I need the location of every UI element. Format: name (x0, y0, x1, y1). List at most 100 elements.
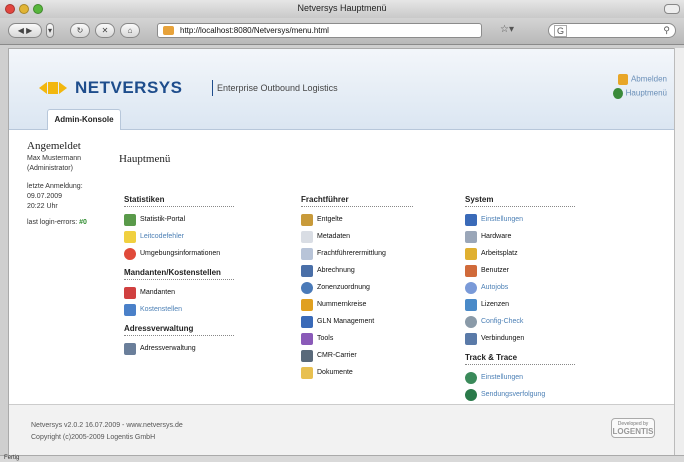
home-icon: ⌂ (127, 26, 133, 35)
menu-item-gln-management[interactable]: GLN Management (301, 313, 413, 330)
menu-item-label[interactable]: Umgebungsinformationen (140, 250, 220, 257)
menu-item-label[interactable]: Nummernkreise (317, 301, 366, 308)
search-icon[interactable]: ⚲ (663, 25, 670, 36)
back-forward-buttons[interactable]: ◀ ▶ (8, 23, 42, 38)
menu-item-kostenstellen[interactable]: Kostenstellen (124, 301, 234, 318)
search-field[interactable]: G ⚲ (548, 23, 676, 38)
section-statistiken: Statistiken (124, 195, 234, 207)
menu-item-autojobs[interactable]: Autojobs (465, 279, 575, 296)
bookmark-star-icon[interactable]: ☆▾ (500, 24, 514, 35)
history-dropdown-button[interactable]: ▾ (46, 23, 54, 38)
logo-mark-icon (39, 82, 73, 94)
lifebuoy-icon (124, 247, 136, 260)
globe-icon (301, 281, 313, 294)
menu-item-label[interactable]: Zonenzuordnung (317, 284, 370, 291)
page-scrollbar[interactable] (674, 48, 684, 456)
menu-item-label[interactable]: Leitcodefehler (140, 233, 184, 240)
menu-item-label[interactable]: Statistik-Portal (140, 216, 185, 223)
forward-icon[interactable]: ▶ (26, 26, 32, 35)
menu-item-label[interactable]: CMR-Carrier (317, 352, 357, 359)
logout-link[interactable]: Abmelden (613, 74, 667, 88)
mainmenu-label[interactable]: Hauptmenü (626, 89, 667, 98)
toolbar-toggle-button[interactable] (664, 4, 680, 14)
stop-button[interactable]: ✕ (95, 23, 115, 38)
menu-item-config-check[interactable]: Config-Check (465, 313, 575, 330)
home-button[interactable]: ⌂ (120, 23, 140, 38)
menu-item-leitcodefehler[interactable]: Leitcodefehler (124, 228, 234, 245)
menu-item-label[interactable]: Dokumente (317, 369, 353, 376)
menu-item-benutzer[interactable]: Benutzer (465, 262, 575, 279)
section-track-trace: Track & Trace (465, 353, 575, 365)
menu-item-label[interactable]: Adressverwaltung (140, 345, 196, 352)
menu-item-label[interactable]: Verbindungen (481, 335, 524, 342)
menu-item-label[interactable]: Tools (317, 335, 333, 342)
menu-item-arbeitsplatz[interactable]: Arbeitsplatz (465, 245, 575, 262)
menu-item-label[interactable]: Einstellungen (481, 216, 523, 223)
browser-toolbar: ◀ ▶ ▾ ↻ ✕ ⌂ http://localhost:8080/Netver… (0, 18, 684, 45)
menu-item-label[interactable]: Kostenstellen (140, 306, 182, 313)
logout-label[interactable]: Abmelden (631, 75, 667, 84)
document-icon (301, 230, 313, 243)
menu-item-zonenzuordnung[interactable]: Zonenzuordnung (301, 279, 413, 296)
reload-icon: ↻ (76, 26, 84, 35)
section-frachtfuehrer: Frachtführer (301, 195, 413, 207)
menu-item-einstellungen[interactable]: Einstellungen (465, 211, 575, 228)
truck-icon (301, 349, 313, 362)
brand-subtitle: Enterprise Outbound Logistics (217, 83, 338, 93)
user-role: (Administrator) (27, 165, 73, 172)
moneybag-icon (301, 213, 313, 226)
address-url[interactable]: http://localhost:8080/Netversys/menu.htm… (180, 26, 329, 35)
menu-item-label[interactable]: Frachtführerermittlung (317, 250, 386, 257)
login-errors-label: last login-errors: (27, 219, 78, 226)
search-engine-icon[interactable]: G (554, 25, 568, 37)
menu-item-label[interactable]: Lizenzen (481, 301, 509, 308)
menu-item-label[interactable]: Sendungsverfolgung (481, 391, 545, 398)
pen-icon (301, 298, 313, 311)
reload-button[interactable]: ↻ (70, 23, 90, 38)
clock-icon (465, 281, 477, 294)
menu-item-frachtfuehrerermittlung[interactable]: Frachtführerermittlung (301, 245, 413, 262)
last-login-time: 20:22 Uhr (27, 203, 58, 210)
menu-item-label[interactable]: Benutzer (481, 267, 509, 274)
menu-item-statistik-portal[interactable]: Statistik-Portal (124, 211, 234, 228)
menu-item-label[interactable]: Mandanten (140, 289, 175, 296)
menu-item-label[interactable]: Entgelte (317, 216, 343, 223)
menu-item-label[interactable]: Autojobs (481, 284, 508, 291)
back-icon[interactable]: ◀ (18, 26, 24, 35)
menu-item-nummernkreise[interactable]: Nummernkreise (301, 296, 413, 313)
address-bar[interactable]: http://localhost:8080/Netversys/menu.htm… (157, 23, 482, 38)
developer-badge[interactable]: Developed by LOGENTIS (611, 418, 655, 438)
menu-item-hardware[interactable]: Hardware (465, 228, 575, 245)
menu-item-label[interactable]: Metadaten (317, 233, 350, 240)
menu-item-tt-einstellungen[interactable]: Einstellungen (465, 369, 575, 386)
route-icon (301, 247, 313, 260)
menu-item-label[interactable]: GLN Management (317, 318, 374, 325)
login-info-panel: Angemeldet Max Mustermann (Administrator… (27, 140, 119, 228)
menu-item-sendungsverfolgung[interactable]: Sendungsverfolgung (465, 386, 575, 403)
documents-icon (301, 366, 313, 379)
menu-item-metadaten[interactable]: Metadaten (301, 228, 413, 245)
menu-item-mandanten[interactable]: Mandanten (124, 284, 234, 301)
menu-item-label[interactable]: Config-Check (481, 318, 523, 325)
menu-item-entgelte[interactable]: Entgelte (301, 211, 413, 228)
mainmenu-link[interactable]: Hauptmenü (612, 88, 667, 102)
menu-item-lizenzen[interactable]: Lizenzen (465, 296, 575, 313)
app-header: NETVERSYS Enterprise Outbound Logistics … (9, 49, 675, 130)
menu-item-dokumente[interactable]: Dokumente (301, 364, 413, 381)
menu-item-label[interactable]: Einstellungen (481, 374, 523, 381)
menu-item-adressverwaltung[interactable]: Adressverwaltung (124, 340, 234, 357)
menu-item-tools[interactable]: Tools (301, 330, 413, 347)
status-text: Fertig (4, 455, 20, 461)
menu-item-abrechnung[interactable]: Abrechnung (301, 262, 413, 279)
tab-admin-konsole[interactable]: Admin-Konsole (47, 109, 121, 130)
warning-icon (124, 230, 136, 243)
menu-item-verbindungen[interactable]: Verbindungen (465, 330, 575, 347)
user-name: Max Mustermann (27, 155, 82, 162)
menu-item-label[interactable]: Abrechnung (317, 267, 355, 274)
menu-item-cmr-carrier[interactable]: CMR-Carrier (301, 347, 413, 364)
menu-item-umgebungsinformationen[interactable]: Umgebungsinformationen (124, 245, 234, 262)
menu-item-label[interactable]: Hardware (481, 233, 511, 240)
menu-item-label[interactable]: Arbeitsplatz (481, 250, 518, 257)
menu-column-2: Frachtführer Entgelte Metadaten Frachtfü… (301, 195, 413, 381)
network-icon (301, 315, 313, 328)
